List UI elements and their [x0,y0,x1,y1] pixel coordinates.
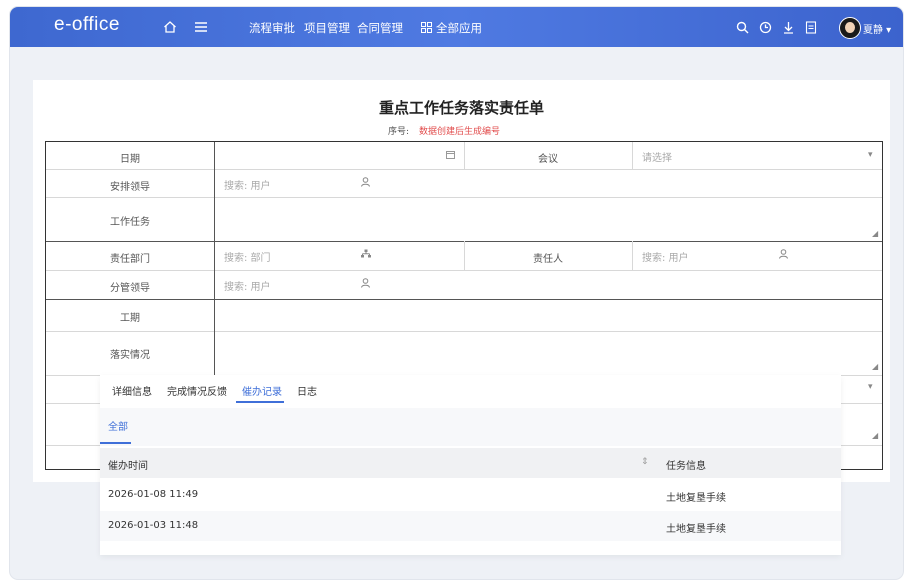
table-row[interactable]: 2026-01-08 11:49 土地复垦手续 [100,480,841,510]
avatar[interactable] [839,17,861,39]
nav-workflow[interactable]: 流程审批 [249,20,295,36]
resize-handle-icon[interactable]: ◢ [872,362,878,371]
home-icon[interactable] [162,19,178,35]
chevron-down-icon[interactable]: ▾ [868,150,873,160]
meeting-label: 会议 [538,154,558,165]
page-title: 重点工作任务落实责任单 [378,99,544,117]
resize-handle-icon[interactable]: ◢ [872,229,878,238]
grid-icon[interactable] [420,19,432,35]
resize-handle-icon[interactable]: ◢ [872,431,878,440]
user-name-text: 夏静 [863,25,883,36]
nav-contracts[interactable]: 合同管理 [357,20,403,36]
tab-log[interactable]: 日志 [297,383,317,398]
serial-label: 序号: [388,127,410,137]
progress-textarea[interactable] [216,333,880,373]
download-icon[interactable] [780,19,796,35]
filter-indicator [100,442,131,444]
user-icon[interactable] [779,249,788,262]
tab-reminders[interactable]: 催办记录 [242,383,282,398]
chevron-down-icon[interactable]: ▾ [868,382,873,392]
document-icon[interactable] [803,19,819,35]
search-icon[interactable] [734,19,750,35]
progress-label: 落实情况 [110,350,150,361]
user-name[interactable]: 夏静 ▾ [863,21,891,36]
app-window: e-office 流程审批 项目管理 合同管理 全部应用 夏静 ▾ 重点工作任务 [10,7,903,579]
responsible-person-label: 责任人 [533,254,563,265]
person-search-input[interactable]: 搜索: 用户 [642,249,689,264]
clock-icon[interactable] [757,19,773,35]
nav-all-apps[interactable]: 全部应用 [436,20,482,36]
filter-all[interactable]: 全部 [108,418,128,433]
period-label: 工期 [120,313,140,324]
dept-search-input[interactable]: 搜索: 部门 [224,249,271,264]
row-info: 土地复垦手续 [666,493,726,504]
serial-value: 数据创建后生成编号 [419,127,501,137]
top-navbar: e-office 流程审批 项目管理 合同管理 全部应用 夏静 ▾ [10,7,903,47]
nav-projects[interactable]: 项目管理 [304,20,350,36]
task-textarea[interactable] [216,199,880,239]
user-icon[interactable] [361,278,370,291]
table-header: 催办时间 ⇕ 任务信息 [100,448,841,478]
column-info[interactable]: 任务信息 [666,457,706,472]
serial-number: 序号: 数据创建后生成编号 [388,124,500,137]
org-icon[interactable] [361,249,371,261]
date-label: 日期 [120,154,140,165]
active-tab-indicator [236,401,284,403]
task-label: 工作任务 [110,217,150,228]
app-logo[interactable]: e-office [54,14,120,36]
period-input[interactable] [216,301,880,329]
row-info: 土地复垦手续 [666,524,726,535]
date-input[interactable] [216,144,462,167]
row-time: 2026-01-03 11:48 [108,520,199,531]
menu-icon[interactable] [193,19,209,35]
tab-details[interactable]: 详细信息 [112,383,152,398]
calendar-icon[interactable] [446,150,455,162]
charge-leader-label: 分管领导 [110,283,150,294]
tab-feedback[interactable]: 完成情况反馈 [167,383,227,398]
dept-label: 责任部门 [110,254,150,265]
leader-label: 安排领导 [110,182,150,193]
table-row[interactable]: 2026-01-03 11:48 土地复垦手续 [100,511,841,541]
user-icon[interactable] [361,177,370,190]
filter-bar: 全部 [100,408,841,446]
column-time[interactable]: 催办时间 [108,457,148,472]
reminder-panel: 详细信息 完成情况反馈 催办记录 日志 全部 催办时间 ⇕ 任务信息 2026-… [100,375,841,555]
charge-search-input[interactable]: 搜索: 用户 [224,278,271,293]
leader-search-input[interactable]: 搜索: 用户 [224,177,271,192]
row-time: 2026-01-08 11:49 [108,489,199,500]
meeting-select[interactable]: 请选择 [642,149,672,164]
sort-icon[interactable]: ⇕ [641,457,649,467]
